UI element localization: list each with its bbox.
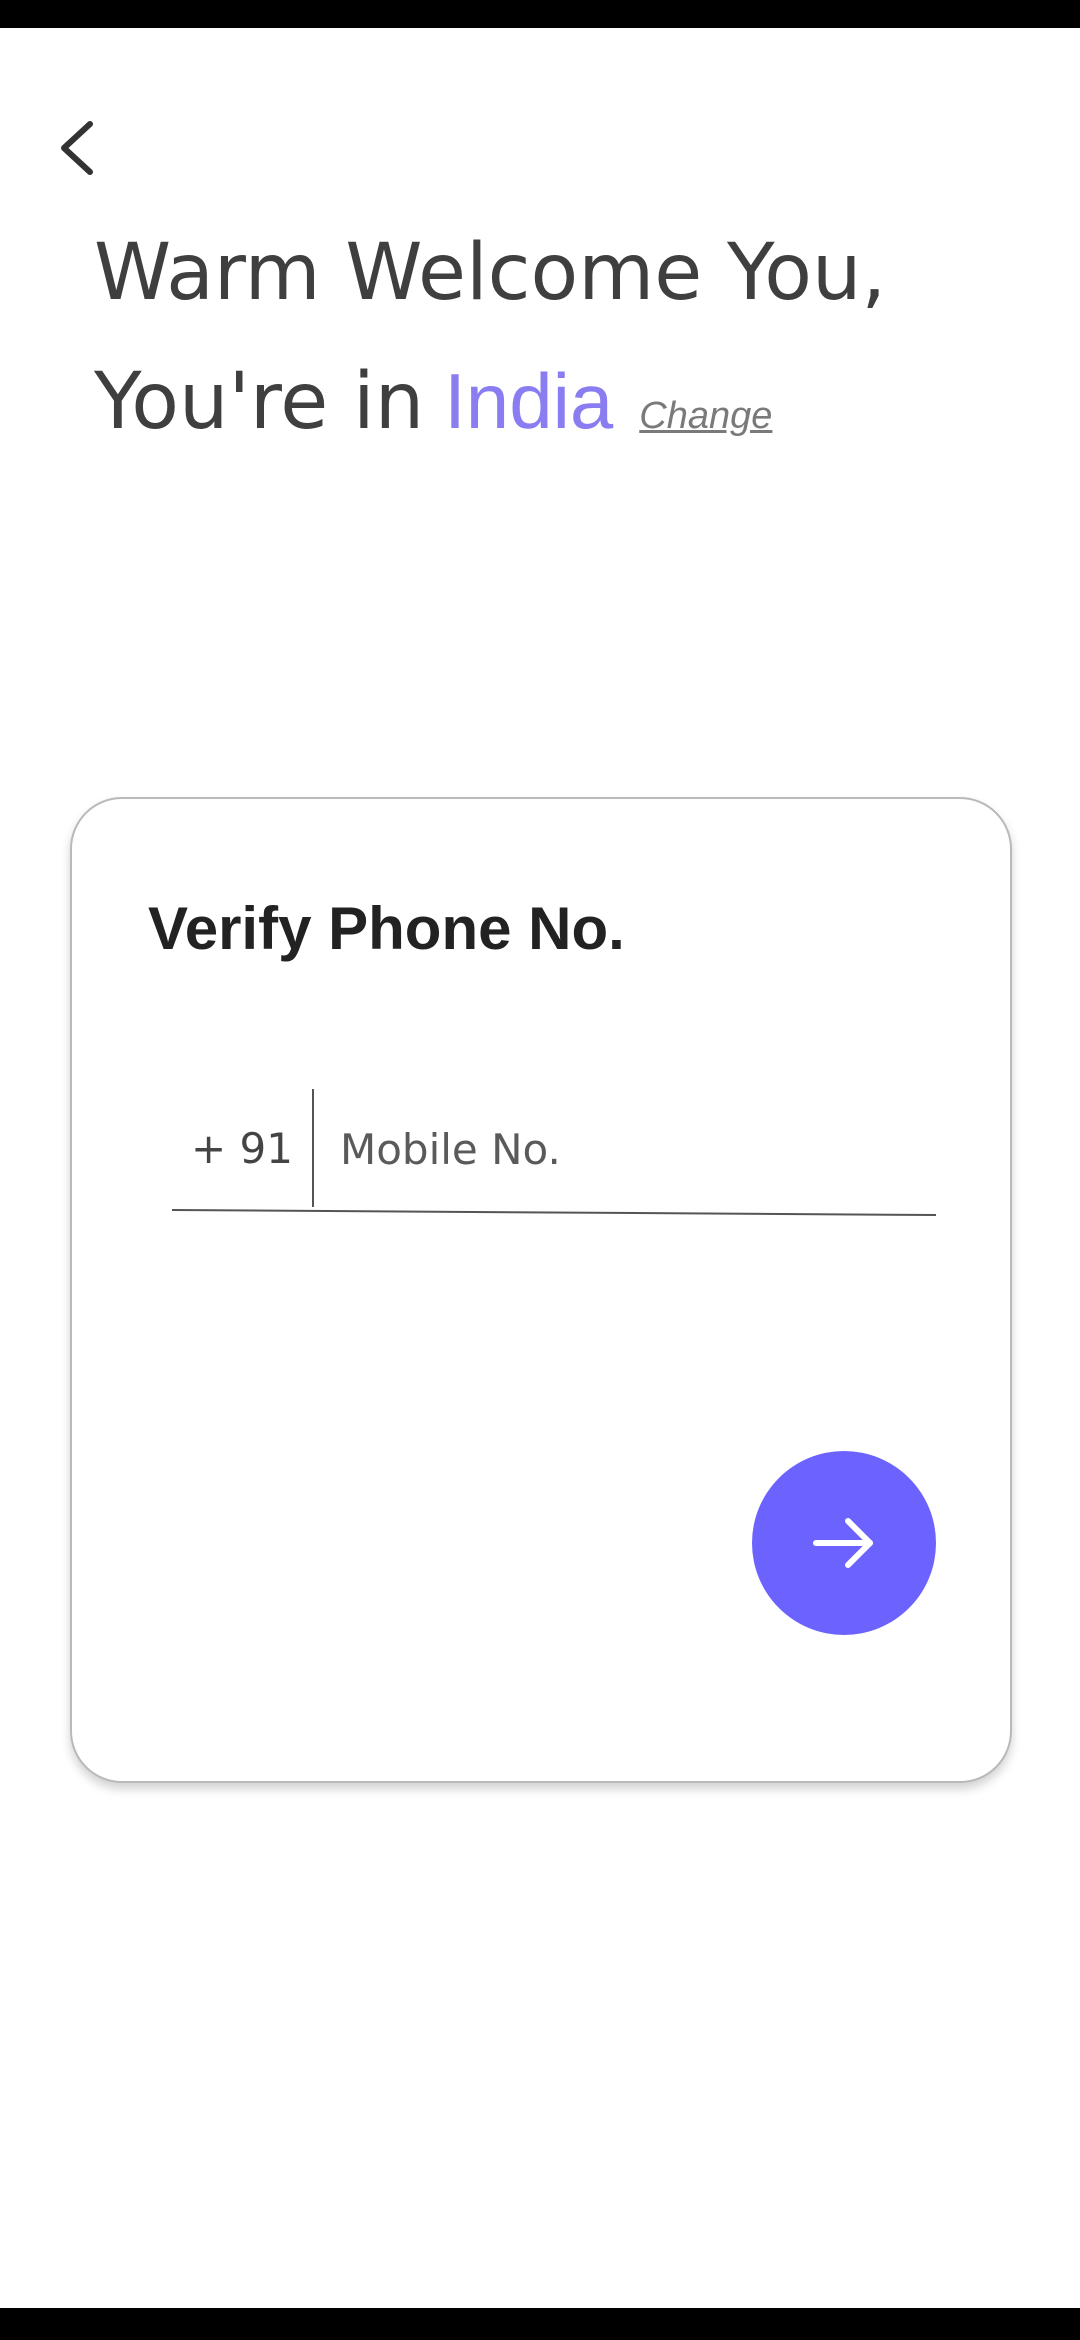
- navigation-bar: [0, 2308, 1080, 2340]
- phone-verification-screen: Warm Welcome You, You're in India Change…: [0, 0, 1080, 2340]
- country-code-selector[interactable]: + 91: [172, 1089, 312, 1207]
- back-button[interactable]: [44, 108, 108, 188]
- welcome-title: Warm Welcome You,: [94, 228, 887, 318]
- chevron-left-icon: [61, 121, 93, 175]
- divider: [312, 1089, 314, 1207]
- location-prefix: You're in: [94, 357, 425, 447]
- phone-input-row: + 91: [172, 1089, 936, 1217]
- input-underline: [172, 1209, 936, 1216]
- change-country-link[interactable]: Change: [639, 361, 772, 471]
- arrow-right-icon: [813, 1518, 873, 1568]
- status-bar: [0, 0, 1080, 28]
- country-name: India: [444, 357, 614, 445]
- mobile-number-input[interactable]: [340, 1107, 920, 1191]
- card-title: Verify Phone No.: [148, 895, 625, 962]
- welcome-heading: Warm Welcome You, You're in India Change: [94, 218, 886, 471]
- location-line: You're in India Change: [94, 346, 886, 471]
- next-button[interactable]: [752, 1451, 936, 1635]
- verify-phone-card: Verify Phone No. + 91: [70, 797, 1012, 1783]
